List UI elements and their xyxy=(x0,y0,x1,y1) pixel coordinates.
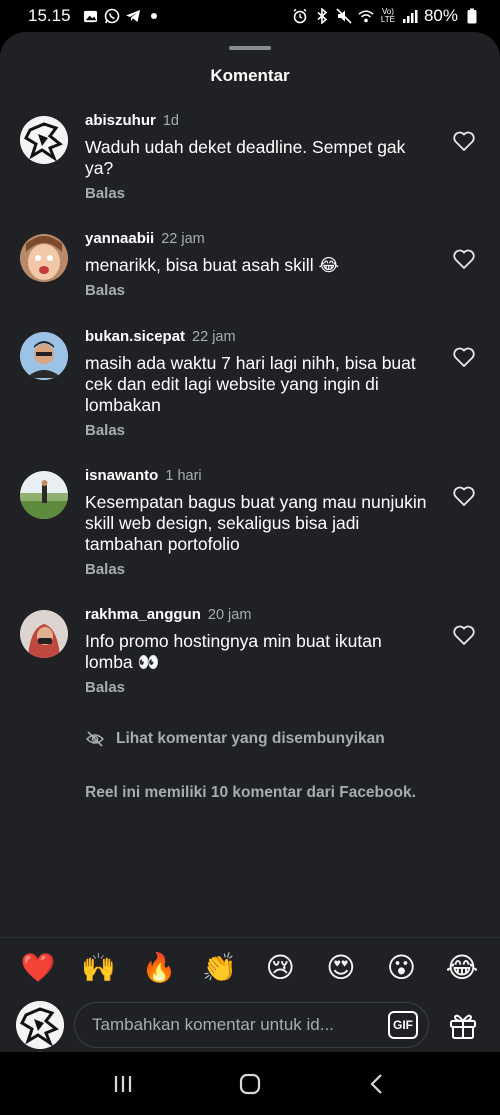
bluetooth-icon xyxy=(314,8,330,24)
comment-username[interactable]: abiszuhur xyxy=(85,112,156,129)
comment-item: yannaabii 22 jam menarikk, bisa buat asa… xyxy=(0,230,500,328)
comment-item: abiszuhur 1d Waduh udah deket deadline. … xyxy=(0,112,500,230)
reaction-laughing[interactable]: 😂 xyxy=(444,950,480,986)
reaction-crying[interactable]: 😢 xyxy=(262,950,298,986)
comment-composer: GIF xyxy=(0,997,500,1052)
volte-icon: Vo) LTE xyxy=(380,7,395,24)
reply-button[interactable]: Balas xyxy=(85,282,125,299)
heart-icon[interactable] xyxy=(452,130,476,152)
system-nav-bar xyxy=(0,1052,500,1115)
battery-icon xyxy=(464,8,480,24)
gif-button[interactable]: GIF xyxy=(388,1010,418,1039)
recent-apps-button[interactable] xyxy=(103,1064,143,1104)
reply-button[interactable]: Balas xyxy=(85,185,125,202)
comment-text: Waduh udah deket deadline. Sempet gak ya… xyxy=(85,137,406,178)
view-hidden-comments-label: Lihat komentar yang disembunyikan xyxy=(116,730,385,747)
reaction-raised-hands[interactable]: 🙌 xyxy=(81,950,117,986)
avatar[interactable] xyxy=(16,1000,64,1049)
dot-icon xyxy=(146,8,162,24)
gift-icon[interactable] xyxy=(447,1009,479,1041)
status-bar: 15.15 Vo) LTE 80% xyxy=(0,0,500,32)
heart-icon[interactable] xyxy=(452,624,476,646)
home-icon xyxy=(239,1073,261,1094)
comment-item: bukan.sicepat 22 jam masih ada waktu 7 h… xyxy=(0,328,500,467)
comment-text: masih ada waktu 7 hari lagi nihh, bisa b… xyxy=(85,353,416,415)
gallery-icon xyxy=(83,8,99,24)
sheet-drag-handle[interactable] xyxy=(229,46,271,50)
comment-time: 22 jam xyxy=(192,329,236,345)
back-icon xyxy=(370,1073,382,1094)
comment-time: 1d xyxy=(162,113,179,129)
reaction-surprised[interactable]: 😮 xyxy=(383,950,419,986)
back-button[interactable] xyxy=(357,1064,397,1104)
reaction-heart[interactable]: ❤️ xyxy=(20,950,56,986)
comment-text: menarikk, bisa buat asah skill 😂 xyxy=(85,255,339,275)
avatar[interactable] xyxy=(20,234,68,282)
comment-input[interactable] xyxy=(92,1014,380,1035)
home-button[interactable] xyxy=(230,1064,270,1104)
whatsapp-icon xyxy=(104,8,120,24)
telegram-icon xyxy=(125,8,141,24)
comment-time: 22 jam xyxy=(161,231,205,247)
comment-text: Info promo hostingnya min buat ikutan lo… xyxy=(85,631,382,672)
reply-button[interactable]: Balas xyxy=(85,422,125,439)
quick-reactions-bar: ❤️ 🙌 🔥 👏 😢 😍 😮 😂 xyxy=(0,937,500,997)
facebook-comments-note: Reel ini memiliki 10 komentar dari Faceb… xyxy=(85,784,416,801)
battery-percent: 80% xyxy=(423,6,458,25)
mute-icon xyxy=(336,8,352,24)
comment-username[interactable]: yannaabii xyxy=(85,230,154,247)
status-time: 15.15 xyxy=(28,6,71,25)
reaction-clap[interactable]: 👏 xyxy=(202,950,238,986)
comment-time: 1 hari xyxy=(165,468,202,484)
comment-username[interactable]: rakhma_anggun xyxy=(85,606,201,623)
comment-time: 20 jam xyxy=(207,607,252,623)
comment-username[interactable]: bukan.sicepat xyxy=(85,328,185,345)
reply-button[interactable]: Balas xyxy=(85,561,125,578)
comments-sheet: Komentar abiszuhur 1d Waduh udah deket d… xyxy=(0,32,500,1052)
wifi-icon xyxy=(358,8,374,24)
signal-icon xyxy=(402,8,418,24)
heart-icon[interactable] xyxy=(452,346,476,368)
avatar[interactable] xyxy=(20,332,68,380)
comment-item: rakhma_anggun 20 jam Info promo hostingn… xyxy=(0,606,500,706)
sheet-title: Komentar xyxy=(210,66,290,85)
comment-username[interactable]: isnawanto xyxy=(85,467,158,484)
avatar[interactable] xyxy=(20,116,68,164)
alarm-icon xyxy=(292,8,308,24)
reaction-fire[interactable]: 🔥 xyxy=(141,950,177,986)
avatar[interactable] xyxy=(20,610,68,658)
reaction-heart-eyes[interactable]: 😍 xyxy=(323,950,359,986)
heart-icon[interactable] xyxy=(452,248,476,270)
comment-input-wrapper: GIF xyxy=(74,1001,429,1048)
comment-item: isnawanto 1 hari Kesempatan bagus buat y… xyxy=(0,467,500,606)
reply-button[interactable]: Balas xyxy=(85,679,125,696)
recent-apps-icon xyxy=(115,1075,132,1092)
comments-list: abiszuhur 1d Waduh udah deket deadline. … xyxy=(0,112,500,706)
view-hidden-comments-link[interactable]: Lihat komentar yang disembunyikan xyxy=(86,730,385,748)
comment-text: Kesempatan bagus buat yang mau nunjukin … xyxy=(85,492,427,554)
eye-off-icon xyxy=(86,731,104,747)
heart-icon[interactable] xyxy=(452,485,476,507)
avatar[interactable] xyxy=(20,471,68,519)
